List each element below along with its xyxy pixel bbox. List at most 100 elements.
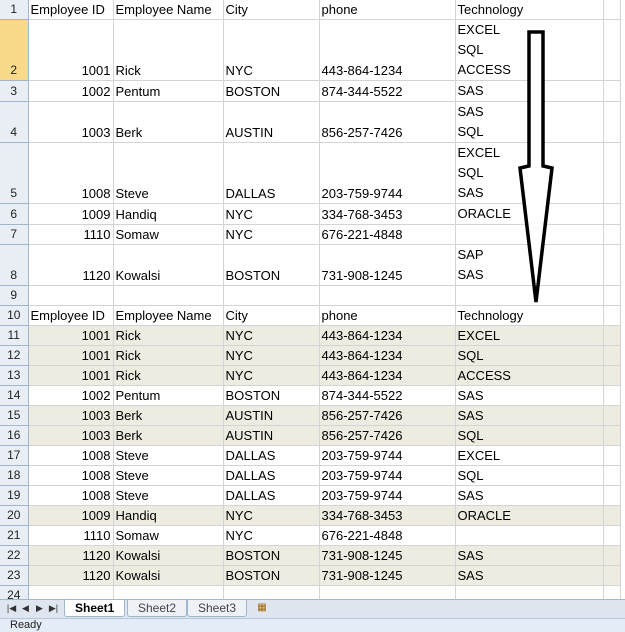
cell-empty[interactable] — [603, 203, 621, 225]
cell-employee-name[interactable]: Steve — [113, 485, 224, 506]
cell-city[interactable]: DALLAS — [223, 445, 320, 466]
cell-employee-id[interactable]: 1120 — [28, 565, 114, 586]
cell-header-employee-id[interactable]: Employee ID — [28, 0, 114, 20]
cell-phone[interactable]: 443-864-1234 — [319, 365, 456, 386]
cell-city[interactable]: BOSTON — [223, 545, 320, 566]
cell-empty[interactable] — [603, 305, 621, 326]
cell-empty[interactable] — [603, 485, 621, 506]
cell-technology[interactable]: SQL — [455, 465, 604, 486]
row-header[interactable]: 14 — [0, 385, 29, 406]
cell-city[interactable]: NYC — [223, 325, 320, 346]
tab-sheet3[interactable]: Sheet3 — [187, 600, 248, 617]
cell-empty[interactable] — [603, 19, 621, 81]
cell-employee-name[interactable]: Steve — [113, 445, 224, 466]
cell-city[interactable]: DALLAS — [223, 142, 320, 204]
row-header[interactable]: 22 — [0, 545, 29, 566]
cell-phone[interactable]: 856-257-7426 — [319, 101, 456, 143]
cell-phone[interactable]: 676-221-4848 — [319, 525, 456, 546]
cell-phone[interactable]: 856-257-7426 — [319, 425, 456, 446]
cell-phone[interactable]: 731-908-1245 — [319, 244, 456, 286]
cell-header-technology[interactable]: Technology — [455, 0, 604, 20]
cell-technology[interactable]: ORACLE — [455, 505, 604, 526]
cell-employee-name[interactable]: Steve — [113, 465, 224, 486]
cell-phone[interactable]: 443-864-1234 — [319, 325, 456, 346]
row-header[interactable]: 17 — [0, 445, 29, 466]
cell-employee-name[interactable]: Steve — [113, 142, 224, 204]
row-header[interactable]: 9 — [0, 285, 29, 306]
cell-employee-name[interactable]: Rick — [113, 345, 224, 366]
cell-phone[interactable]: 334-768-3453 — [319, 505, 456, 526]
cell-technology[interactable]: SAS — [455, 405, 604, 426]
cell-technology[interactable]: SAS — [455, 80, 604, 102]
cell-employee-id[interactable]: 1003 — [28, 101, 114, 143]
cell-employee-id[interactable]: 1008 — [28, 142, 114, 204]
cell-phone[interactable]: 443-864-1234 — [319, 19, 456, 81]
row-header[interactable]: 20 — [0, 505, 29, 526]
cell-employee-id[interactable]: 1120 — [28, 545, 114, 566]
tab-sheet2[interactable]: Sheet2 — [127, 600, 188, 617]
cell-city[interactable]: NYC — [223, 365, 320, 386]
cell-empty[interactable] — [603, 545, 621, 566]
cell-technology[interactable]: ORACLE — [455, 203, 604, 225]
next-sheet-icon[interactable]: ▶ — [34, 602, 45, 615]
cell-empty[interactable] — [603, 244, 621, 286]
row-header[interactable]: 12 — [0, 345, 29, 366]
cell-phone[interactable]: 856-257-7426 — [319, 405, 456, 426]
cell-phone[interactable]: 731-908-1245 — [319, 545, 456, 566]
row-header[interactable]: 16 — [0, 425, 29, 446]
cell-employee-name[interactable]: Kowalsi — [113, 565, 224, 586]
cell-phone[interactable]: 334-768-3453 — [319, 203, 456, 225]
cell-technology[interactable]: SAP SAS — [455, 244, 604, 286]
cell-employee-id[interactable]: 1002 — [28, 80, 114, 102]
cell-phone[interactable]: 203-759-9744 — [319, 465, 456, 486]
cell-employee-id[interactable]: 1008 — [28, 445, 114, 466]
cell-phone[interactable]: 874-344-5522 — [319, 80, 456, 102]
cell-empty[interactable] — [113, 285, 224, 306]
cell-employee-id[interactable]: 1001 — [28, 345, 114, 366]
tab-sheet1[interactable]: Sheet1 — [64, 600, 126, 617]
cell-employee-id[interactable]: 1003 — [28, 405, 114, 426]
cell-employee-name[interactable]: Rick — [113, 19, 224, 81]
cell-empty[interactable] — [603, 142, 621, 204]
row-header[interactable]: 23 — [0, 565, 29, 586]
cell-employee-name[interactable]: Pentum — [113, 385, 224, 406]
cell-technology[interactable]: SAS — [455, 385, 604, 406]
cell-employee-id[interactable]: 1120 — [28, 244, 114, 286]
row-header[interactable]: 3 — [0, 80, 29, 102]
cell-city[interactable]: DALLAS — [223, 485, 320, 506]
cell-city[interactable]: NYC — [223, 525, 320, 546]
cell-empty[interactable] — [603, 425, 621, 446]
cell-empty[interactable] — [603, 101, 621, 143]
row-header[interactable]: 19 — [0, 485, 29, 506]
cell-phone[interactable]: 203-759-9744 — [319, 142, 456, 204]
cell-employee-name[interactable]: Pentum — [113, 80, 224, 102]
cell-city[interactable]: NYC — [223, 505, 320, 526]
row-header[interactable]: 8 — [0, 244, 29, 286]
last-sheet-icon[interactable]: ▶| — [48, 602, 59, 615]
cell-employee-name[interactable]: Berk — [113, 425, 224, 446]
cell-empty[interactable] — [603, 345, 621, 366]
cell-city[interactable]: NYC — [223, 224, 320, 245]
cell-employee-id[interactable]: 1003 — [28, 425, 114, 446]
cell-empty[interactable] — [603, 365, 621, 386]
cell-empty[interactable] — [603, 505, 621, 526]
cell-header-employee-name[interactable]: Employee Name — [113, 0, 224, 20]
cell-empty[interactable] — [603, 325, 621, 346]
cell-employee-name[interactable]: Handiq — [113, 203, 224, 225]
insert-sheet-icon[interactable]: ▦ — [253, 601, 271, 615]
cell-header-phone[interactable]: phone — [319, 0, 456, 20]
row-header[interactable]: 7 — [0, 224, 29, 245]
cell-city[interactable]: AUSTIN — [223, 425, 320, 446]
cell-employee-name[interactable]: Rick — [113, 365, 224, 386]
cell-employee-id[interactable]: 1110 — [28, 224, 114, 245]
cell-phone[interactable]: 203-759-9744 — [319, 485, 456, 506]
cell-employee-name[interactable]: Berk — [113, 405, 224, 426]
row-header[interactable]: 2 — [0, 19, 29, 81]
cell-header-city[interactable]: City — [223, 0, 320, 20]
cell-empty[interactable] — [603, 405, 621, 426]
row-header[interactable]: 13 — [0, 365, 29, 386]
cell-technology[interactable] — [455, 525, 604, 546]
cell-employee-id[interactable]: 1001 — [28, 19, 114, 81]
cell-city[interactable]: NYC — [223, 19, 320, 81]
cell-city[interactable]: DALLAS — [223, 465, 320, 486]
